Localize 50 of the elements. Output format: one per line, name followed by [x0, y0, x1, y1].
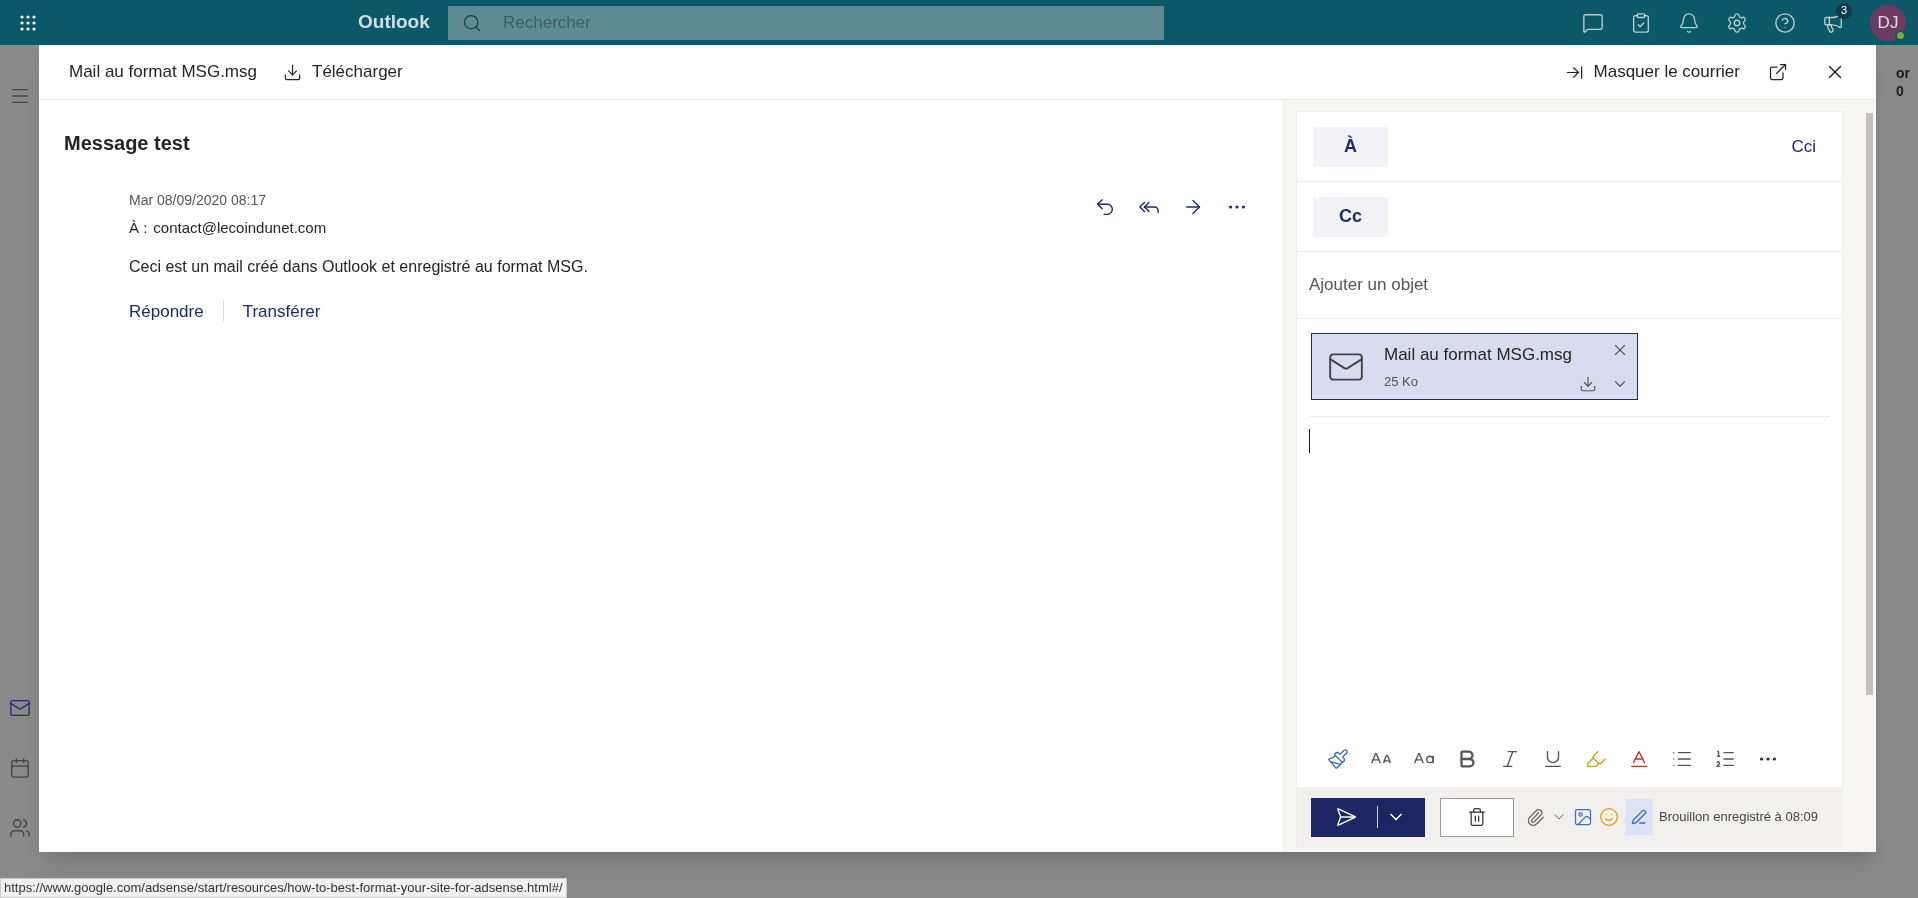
- message-action-link[interactable]: Répondre: [129, 298, 204, 324]
- background-text: or: [1896, 64, 1910, 82]
- reply-icon[interactable]: [1094, 196, 1116, 218]
- url-tooltip: https://www.google.com/adsense/start/resources/how-to-best-format-your-site-for-adsense.html#/: [0, 878, 567, 898]
- background-text: 0: [1896, 82, 1905, 100]
- draft-status: Brouillon enregistré à 08:09: [1659, 808, 1818, 827]
- pop-out-icon[interactable]: [1768, 62, 1788, 82]
- download-icon: [283, 62, 302, 82]
- underline-icon[interactable]: [1542, 748, 1564, 770]
- attachment-name: Mail au format MSG.msg: [1384, 344, 1572, 366]
- numbered-list-icon[interactable]: [1714, 748, 1736, 770]
- help-icon[interactable]: [1774, 11, 1796, 34]
- discard-button[interactable]: [1440, 797, 1514, 837]
- calendar-icon[interactable]: [8, 757, 31, 779]
- task-icon[interactable]: [1630, 11, 1652, 34]
- bcc-button[interactable]: Cci: [1791, 133, 1816, 160]
- bell-icon[interactable]: [1678, 11, 1700, 34]
- file-name: Mail au format MSG.msg: [69, 61, 257, 84]
- chat-icon[interactable]: [1582, 11, 1604, 34]
- subject-field[interactable]: Ajouter un objet: [1309, 267, 1830, 303]
- download-icon[interactable]: [1579, 374, 1597, 393]
- message-subject: Message test: [64, 131, 190, 156]
- message-date: Mar 08/09/2020 08:17: [129, 191, 266, 210]
- recipient-label: À :: [129, 218, 148, 238]
- settings-icon[interactable]: [1726, 11, 1748, 34]
- search-icon: [462, 12, 482, 33]
- cc-button[interactable]: Cc: [1313, 196, 1388, 237]
- attachment-card[interactable]: Mail au format MSG.msg 25 Ko: [1311, 333, 1638, 400]
- pen-icon: [1631, 809, 1647, 825]
- message-body: Ceci est un mail créé dans Outlook et enregistré au format MSG.: [129, 256, 588, 277]
- trash-icon: [1467, 807, 1487, 827]
- app-launcher-icon[interactable]: [19, 13, 37, 32]
- hide-mail-button[interactable]: Masquer le courrier: [1564, 59, 1740, 85]
- app-name: Outlook: [358, 10, 431, 35]
- notification-badge: 3: [1836, 2, 1852, 19]
- font-color-icon[interactable]: [1628, 748, 1650, 770]
- to-button[interactable]: À: [1313, 126, 1388, 167]
- people-icon[interactable]: [8, 817, 31, 839]
- avatar[interactable]: DJ: [1870, 4, 1906, 41]
- message-action-link[interactable]: Transférer: [242, 298, 321, 324]
- send-button[interactable]: [1311, 797, 1425, 837]
- mail-icon[interactable]: [8, 697, 31, 719]
- recipient-address: contact@lecoindunet.com: [153, 218, 327, 238]
- send-icon: [1335, 806, 1357, 828]
- image-icon[interactable]: [1573, 807, 1593, 827]
- paperclip-icon[interactable]: [1526, 807, 1545, 827]
- format-painter-icon[interactable]: [1327, 748, 1349, 770]
- attachment-size: 25 Ko: [1384, 372, 1418, 391]
- editor-button[interactable]: [1625, 799, 1653, 835]
- download-button[interactable]: Télécharger: [283, 59, 403, 85]
